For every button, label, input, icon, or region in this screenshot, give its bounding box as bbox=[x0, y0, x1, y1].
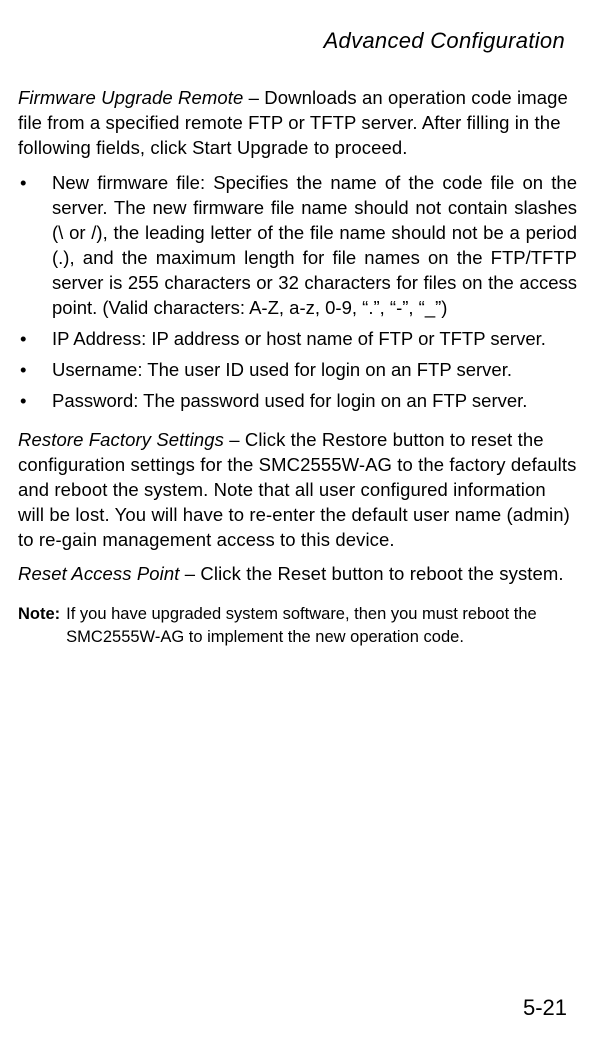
note-label: Note: bbox=[18, 603, 60, 625]
note-block: Note: If you have upgraded system softwa… bbox=[18, 603, 577, 648]
reset-access-point-text: – Click the Reset button to reboot the s… bbox=[180, 563, 564, 584]
page-header: Advanced Configuration bbox=[18, 28, 577, 54]
bullet-text: IP Address: IP address or host name of F… bbox=[52, 328, 546, 349]
firmware-upgrade-label: Firmware Upgrade Remote bbox=[18, 87, 243, 108]
list-item: Password: The password used for login on… bbox=[18, 389, 577, 414]
bullet-text: New firmware file: Specifies the name of… bbox=[52, 172, 577, 318]
list-item: IP Address: IP address or host name of F… bbox=[18, 327, 577, 352]
header-title: Advanced Configuration bbox=[324, 28, 565, 53]
page-number: 5-21 bbox=[523, 995, 567, 1020]
list-item: Username: The user ID used for login on … bbox=[18, 358, 577, 383]
note-text: If you have upgraded system software, th… bbox=[66, 603, 577, 648]
list-item: New firmware file: Specifies the name of… bbox=[18, 171, 577, 321]
page-footer: 5-21 bbox=[523, 995, 567, 1021]
firmware-fields-list: New firmware file: Specifies the name of… bbox=[18, 171, 577, 414]
bullet-text: Password: The password used for login on… bbox=[52, 390, 527, 411]
firmware-upgrade-paragraph: Firmware Upgrade Remote – Downloads an o… bbox=[18, 86, 577, 161]
reset-access-point-label: Reset Access Point bbox=[18, 563, 180, 584]
page: Advanced Configuration Firmware Upgrade … bbox=[0, 0, 595, 1047]
restore-factory-paragraph: Restore Factory Settings – Click the Res… bbox=[18, 428, 577, 553]
reset-access-point-paragraph: Reset Access Point – Click the Reset but… bbox=[18, 562, 577, 587]
bullet-text: Username: The user ID used for login on … bbox=[52, 359, 512, 380]
restore-factory-label: Restore Factory Settings bbox=[18, 429, 224, 450]
